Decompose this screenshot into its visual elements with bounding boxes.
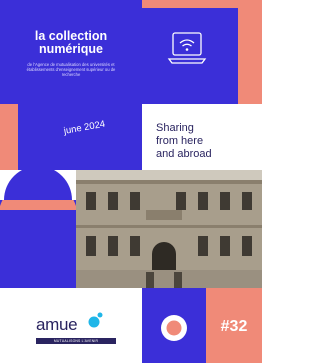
issue-number: #32 <box>220 318 248 335</box>
cover-title-line2: numérique <box>39 42 103 56</box>
salmon-strip <box>238 8 262 104</box>
magazine-cover: la collection numérique de l'Agence de m… <box>0 0 262 363</box>
top-salmon-bar <box>142 0 262 8</box>
cover-subtitle: de l'Agence de mutualisation des univers… <box>26 62 116 77</box>
tagline-line-3: and abroad <box>156 148 212 160</box>
amue-logo-text: amue <box>36 315 78 334</box>
amue-logo-tagline: MUTUALISONS L'AVENIR <box>36 338 116 344</box>
amue-logo-mark <box>88 312 103 328</box>
date-block <box>42 104 142 170</box>
half-circle-shape <box>0 170 76 288</box>
building-photo <box>76 170 262 288</box>
ring-icon <box>161 315 187 341</box>
tagline-line-1: Sharing <box>156 122 194 134</box>
salmon-quarter-shape <box>0 104 42 170</box>
laptop-wifi-icon <box>167 32 207 64</box>
tagline-line-2: from here <box>156 135 204 147</box>
